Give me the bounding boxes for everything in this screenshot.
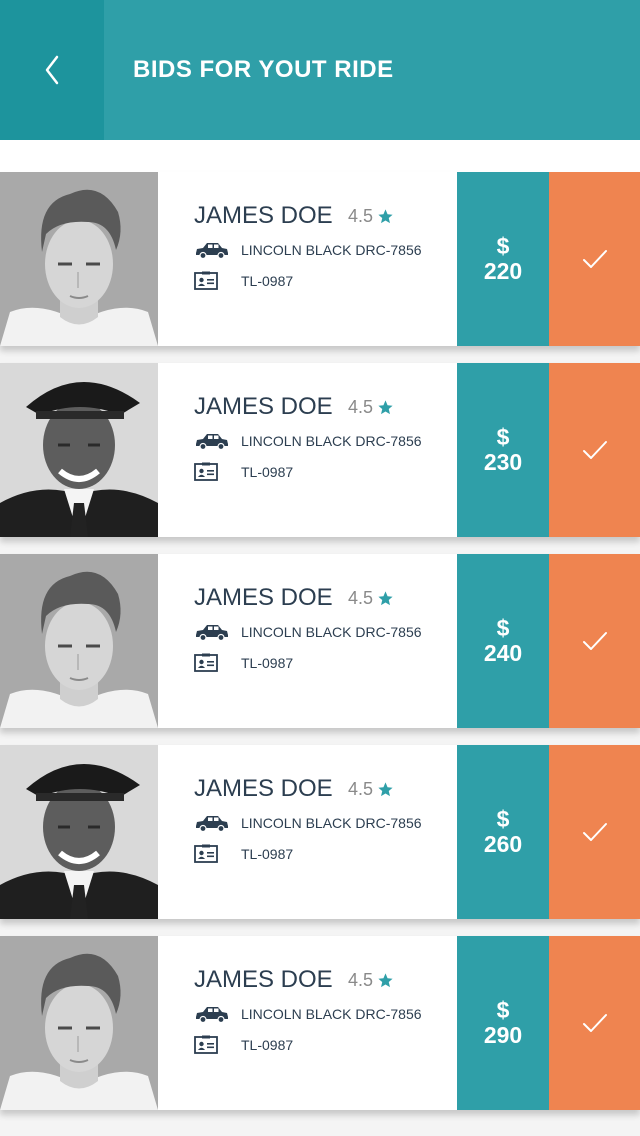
car-icon: [194, 240, 229, 260]
car-row: LINCOLN BLACK DRC-7856: [194, 431, 422, 451]
rating-value: 4.5: [348, 206, 374, 226]
star-icon: [378, 973, 393, 988]
driver-info: JAMES DOE 4.5 LINCOLN BLACK DRC-7856 TL-…: [158, 172, 457, 346]
currency-symbol: $: [496, 615, 510, 641]
chauffeur-photo: [0, 745, 158, 919]
license-row: TL-0987: [194, 462, 293, 482]
driver-info: JAMES DOE 4.5 LINCOLN BLACK DRC-7856 TL-…: [158, 745, 457, 919]
car-icon: [194, 622, 229, 642]
bid-card[interactable]: JAMES DOE 4.5 LINCOLN BLACK DRC-7856 TL-…: [0, 363, 640, 537]
chevron-left-icon: [45, 55, 59, 85]
car-details: LINCOLN BLACK DRC-7856: [241, 433, 422, 449]
bid-price[interactable]: $ 240: [457, 554, 549, 728]
bid-card[interactable]: JAMES DOE 4.5 LINCOLN BLACK DRC-7856 TL-…: [0, 554, 640, 728]
car-details: LINCOLN BLACK DRC-7856: [241, 624, 422, 640]
driver-name: JAMES DOE: [194, 775, 333, 802]
license-row: TL-0987: [194, 271, 293, 291]
bid-amount: 260: [483, 831, 523, 857]
license-row: TL-0987: [194, 1035, 293, 1055]
bid-price[interactable]: $ 260: [457, 745, 549, 919]
license-number: TL-0987: [241, 846, 294, 862]
license-number: TL-0987: [241, 464, 294, 480]
accept-button[interactable]: [549, 745, 640, 919]
license-row: TL-0987: [194, 844, 293, 864]
currency-symbol: $: [496, 806, 510, 832]
id-card-icon: [194, 844, 229, 864]
driver-rating: 4.5: [348, 588, 394, 609]
bid-card[interactable]: JAMES DOE 4.5 LINCOLN BLACK DRC-7856 TL-…: [0, 936, 640, 1110]
star-icon: [378, 782, 393, 797]
car-details: LINCOLN BLACK DRC-7856: [241, 1006, 422, 1022]
bid-price[interactable]: $ 230: [457, 363, 549, 537]
car-details: LINCOLN BLACK DRC-7856: [241, 242, 422, 258]
driver-info: JAMES DOE 4.5 LINCOLN BLACK DRC-7856 TL-…: [158, 936, 457, 1110]
star-icon: [378, 400, 393, 415]
app-header: BIDS FOR YOUT RIDE: [0, 0, 640, 140]
license-number: TL-0987: [241, 1037, 294, 1053]
bid-price[interactable]: $ 290: [457, 936, 549, 1110]
star-icon: [378, 591, 393, 606]
header-spacer: [0, 140, 640, 172]
chauffeur-photo: [0, 363, 158, 537]
accept-button[interactable]: [549, 172, 640, 346]
id-card-icon: [194, 271, 229, 291]
rating-value: 4.5: [348, 970, 374, 990]
rating-value: 4.5: [348, 588, 374, 608]
star-icon: [378, 209, 393, 224]
driver-info: JAMES DOE 4.5 LINCOLN BLACK DRC-7856 TL-…: [158, 554, 457, 728]
bid-card[interactable]: JAMES DOE 4.5 LINCOLN BLACK DRC-7856 TL-…: [0, 172, 640, 346]
checkmark-icon: [582, 632, 607, 650]
checkmark-icon: [582, 823, 607, 841]
accept-button[interactable]: [549, 554, 640, 728]
young-man-photo: [0, 936, 158, 1110]
bid-amount: 240: [483, 640, 523, 666]
bid-amount: 220: [483, 258, 523, 284]
bid-card[interactable]: JAMES DOE 4.5 LINCOLN BLACK DRC-7856 TL-…: [0, 745, 640, 919]
car-row: LINCOLN BLACK DRC-7856: [194, 813, 422, 833]
id-card-icon: [194, 653, 229, 673]
driver-rating: 4.5: [348, 970, 394, 991]
currency-symbol: $: [496, 424, 510, 450]
car-icon: [194, 431, 229, 451]
id-card-icon: [194, 1035, 229, 1055]
car-icon: [194, 1004, 229, 1024]
page-title: BIDS FOR YOUT RIDE: [133, 56, 394, 83]
license-number: TL-0987: [241, 655, 294, 671]
driver-info: JAMES DOE 4.5 LINCOLN BLACK DRC-7856 TL-…: [158, 363, 457, 537]
car-row: LINCOLN BLACK DRC-7856: [194, 622, 422, 642]
car-row: LINCOLN BLACK DRC-7856: [194, 1004, 422, 1024]
bid-amount: 290: [483, 1022, 523, 1048]
driver-rating: 4.5: [348, 397, 394, 418]
bid-amount: 230: [483, 449, 523, 475]
currency-symbol: $: [496, 997, 510, 1023]
driver-name: JAMES DOE: [194, 393, 333, 420]
driver-name: JAMES DOE: [194, 966, 333, 993]
young-man-photo: [0, 172, 158, 346]
car-row: LINCOLN BLACK DRC-7856: [194, 240, 422, 260]
car-icon: [194, 813, 229, 833]
young-man-photo: [0, 554, 158, 728]
back-button[interactable]: [0, 0, 104, 140]
driver-name: JAMES DOE: [194, 202, 333, 229]
driver-rating: 4.5: [348, 779, 394, 800]
accept-button[interactable]: [549, 936, 640, 1110]
license-row: TL-0987: [194, 653, 293, 673]
accept-button[interactable]: [549, 363, 640, 537]
license-number: TL-0987: [241, 273, 294, 289]
checkmark-icon: [582, 250, 607, 268]
car-details: LINCOLN BLACK DRC-7856: [241, 815, 422, 831]
driver-rating: 4.5: [348, 206, 394, 227]
bid-price[interactable]: $ 220: [457, 172, 549, 346]
rating-value: 4.5: [348, 397, 374, 417]
driver-name: JAMES DOE: [194, 584, 333, 611]
checkmark-icon: [582, 441, 607, 459]
checkmark-icon: [582, 1014, 607, 1032]
currency-symbol: $: [496, 233, 510, 259]
id-card-icon: [194, 462, 229, 482]
rating-value: 4.5: [348, 779, 374, 799]
